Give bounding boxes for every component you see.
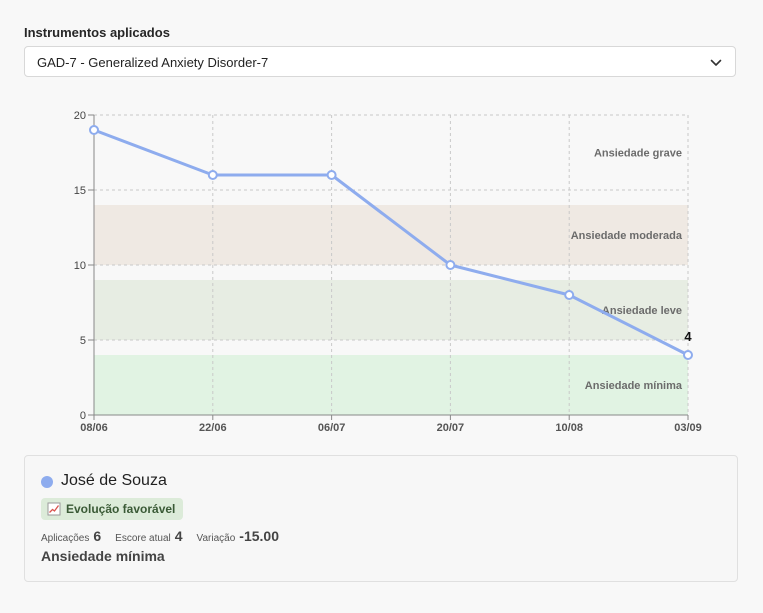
stat-current-score: Escore atual 4 bbox=[115, 528, 182, 544]
data-point bbox=[564, 290, 575, 300]
stat-variation: Variação -15.00 bbox=[197, 528, 279, 544]
patient-severity: Ansiedade mínima bbox=[41, 548, 165, 564]
x-tick-label: 22/06 bbox=[199, 422, 227, 434]
last-point-label: 4 bbox=[684, 329, 692, 344]
patient-name: José de Souza bbox=[61, 472, 167, 489]
data-point bbox=[89, 125, 99, 135]
band-label: Ansiedade moderada bbox=[571, 230, 683, 242]
y-tick-label: 0 bbox=[80, 410, 86, 422]
instruments-label: Instrumentos aplicados bbox=[24, 25, 170, 40]
stat-label: Escore atual bbox=[115, 533, 171, 544]
data-point bbox=[326, 170, 337, 180]
stat-label: Variação bbox=[196, 533, 236, 544]
stat-value: 6 bbox=[93, 528, 102, 544]
y-tick-label: 10 bbox=[74, 260, 86, 272]
trend-badge: Evolução favorável bbox=[41, 498, 184, 520]
x-tick-label: 20/07 bbox=[437, 422, 465, 434]
x-tick-label: 08/06 bbox=[80, 422, 108, 434]
patient-card: José de Souza Evolução favorável Aplicaç… bbox=[24, 455, 738, 582]
patient-color-dot bbox=[41, 476, 53, 488]
trend-label: Evolução favorável bbox=[66, 502, 176, 516]
data-point bbox=[445, 260, 456, 270]
band-label: Ansiedade grave bbox=[594, 148, 682, 160]
band-label: Ansiedade leve bbox=[602, 305, 682, 317]
score-evolution-chart: 0 5 10 15 20 08/06 22/06 06/07 20/07 10/08 03/09 A… bbox=[74, 110, 702, 434]
x-tick-label: 10/08 bbox=[555, 422, 583, 434]
y-tick-label: 15 bbox=[74, 185, 86, 197]
trend-chart-icon bbox=[47, 502, 61, 516]
data-point bbox=[683, 350, 693, 360]
data-point bbox=[207, 170, 218, 180]
instrument-select[interactable]: GAD-7 - Generalized Anxiety Disorder-7 bbox=[24, 46, 736, 77]
y-tick-label: 20 bbox=[74, 110, 86, 122]
stat-label: Aplicações bbox=[41, 533, 90, 544]
instrument-select-value: GAD-7 - Generalized Anxiety Disorder-7 bbox=[37, 55, 269, 70]
x-tick-label: 03/09 bbox=[674, 422, 702, 434]
stat-value: 4 bbox=[174, 528, 183, 544]
y-tick-label: 5 bbox=[80, 335, 86, 347]
band-label: Ansiedade mínima bbox=[585, 380, 683, 392]
stat-value: -15.00 bbox=[239, 528, 279, 544]
x-tick-label: 06/07 bbox=[318, 422, 346, 434]
chevron-down-icon bbox=[710, 59, 722, 66]
stat-applications: Aplicações 6 bbox=[41, 528, 101, 544]
patient-stats: Aplicações 6 Escore atual 4 Variação -15… bbox=[41, 528, 293, 544]
